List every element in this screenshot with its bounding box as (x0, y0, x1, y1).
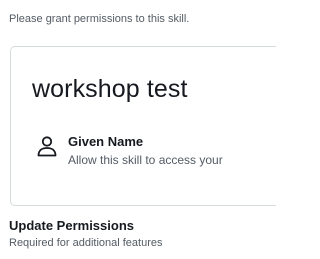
skill-permission-card: workshop test Given Name Allow this skil… (10, 46, 276, 206)
intro-text: Please grant permissions to this skill. (9, 13, 190, 25)
permission-description: Allow this skill to access your (68, 153, 223, 167)
skill-name: workshop test (32, 75, 188, 103)
update-permissions-subtitle: Required for additional features (9, 237, 163, 249)
person-icon (37, 136, 57, 157)
permissions-page: Please grant permissions to this skill. … (0, 0, 276, 259)
permission-title: Given Name (68, 134, 144, 149)
permission-item-given-name[interactable]: Given Name Allow this skill to access yo… (36, 134, 276, 174)
update-permissions-title: Update Permissions (9, 218, 134, 233)
